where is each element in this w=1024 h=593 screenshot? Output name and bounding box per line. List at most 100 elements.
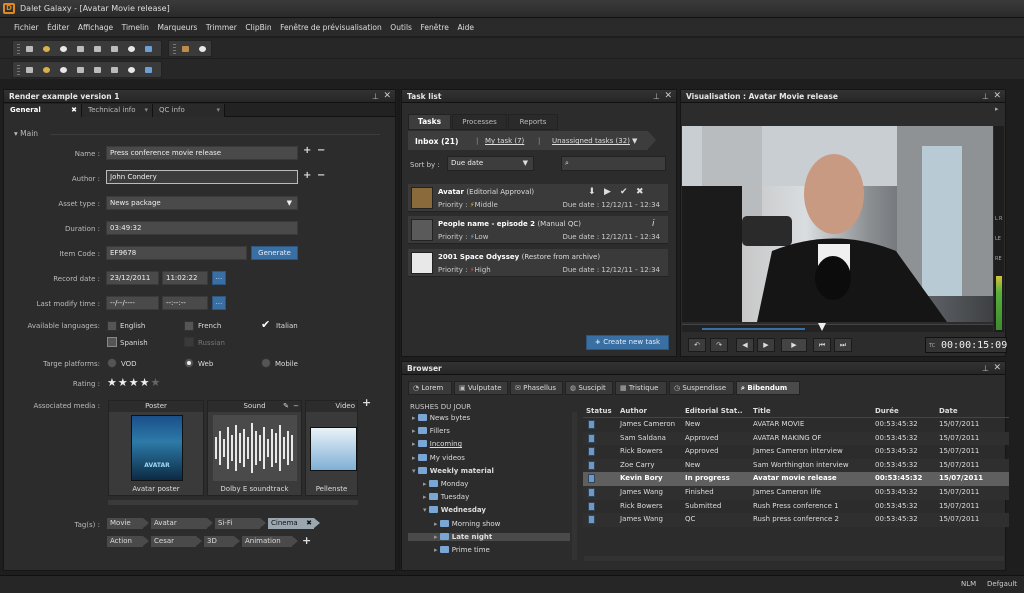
browser-tab-suspendisse[interactable]: ◷ Suspendisse (669, 381, 734, 395)
approve-icon[interactable]: ✔ (620, 187, 628, 197)
add-tag-icon[interactable]: + (302, 534, 311, 547)
task-item[interactable]: 2001 Space Odyssey (Restore from archive… (408, 249, 668, 277)
tag-chip[interactable]: Avatar (151, 518, 213, 529)
menu-aide[interactable]: Aide (457, 23, 474, 32)
timeline-bar[interactable] (682, 323, 993, 332)
tool-j-icon[interactable] (196, 43, 209, 55)
toolbar-grip-icon[interactable] (17, 65, 20, 77)
tool-b-icon[interactable] (40, 43, 53, 55)
record-time-field[interactable]: 11:02:22 (162, 271, 208, 285)
rating-star-icon[interactable]: ★ (129, 376, 140, 389)
browser-tab-suscipit[interactable]: ◍ Suscipit (565, 381, 613, 395)
pin-icon[interactable]: ⊥ (982, 92, 989, 101)
column-header[interactable]: Author (620, 407, 647, 415)
remove-icon[interactable]: − (293, 401, 299, 412)
tree-item[interactable]: ▸ Tuesday (423, 493, 469, 501)
tag-chip[interactable]: Si-Fi (215, 518, 266, 529)
close-icon[interactable]: ✕ (993, 363, 1001, 373)
tree-item[interactable]: ▸ Morning show (434, 519, 500, 528)
table-row[interactable]: Sam Saldana Approved AVATAR MAKING OF 00:53… (583, 431, 1009, 446)
table-row[interactable]: James Wang QC Rush press conference 2 00:53… (583, 513, 1009, 527)
menu-marqueurs[interactable]: Marqueurs (157, 23, 197, 32)
rating-star-icon[interactable]: ★ (107, 376, 118, 389)
item-code-field[interactable]: EF9678 (106, 246, 247, 260)
tool-i-icon[interactable] (179, 43, 192, 55)
french-checkbox[interactable] (184, 321, 194, 331)
tree-scrollbar[interactable] (572, 412, 577, 560)
browser-tab-vulputate[interactable]: ▣ Vulputate (454, 381, 508, 395)
task-item[interactable]: Avatar (Editorial Approval) Priority : ⚡… (408, 184, 668, 212)
web-radio[interactable] (184, 358, 194, 368)
remove-icon[interactable]: − (317, 170, 325, 181)
download-icon[interactable]: ⬇ (588, 187, 596, 197)
close-icon[interactable]: ✕ (993, 91, 1001, 101)
go-to-end-icon[interactable]: ⏭ (834, 338, 852, 352)
name-field[interactable]: Press conference movie release (106, 146, 298, 160)
tab-technical-info[interactable]: Technical info ▾ (82, 104, 153, 117)
play-icon[interactable]: ▶ (604, 187, 611, 197)
edit-icon[interactable]: ✎ (283, 401, 289, 412)
browser-tab-tristique[interactable]: ▦ Tristique (615, 381, 667, 395)
calendar-button[interactable]: ... (212, 296, 226, 310)
tool-a-icon[interactable] (23, 43, 36, 55)
menu-trimmer[interactable]: Trimmer (206, 23, 237, 32)
tool-o-icon[interactable] (91, 64, 104, 76)
english-checkbox[interactable] (107, 321, 117, 331)
menu-clipbin[interactable]: ClipBin (245, 23, 271, 32)
table-row[interactable]: James Wang Finished James Cameron life 00:5… (583, 486, 1009, 500)
tree-item[interactable]: ▸ Monday (423, 480, 468, 488)
author-field[interactable]: John Condery (106, 170, 298, 184)
tab-tasks[interactable]: Tasks (408, 114, 451, 130)
task-search-input[interactable]: ⌕ (561, 156, 666, 171)
tool-p-icon[interactable] (108, 64, 121, 76)
tool-r-icon[interactable] (142, 64, 155, 76)
tool-k-icon[interactable] (23, 64, 36, 76)
menu-editer[interactable]: Éditer (47, 23, 69, 32)
chevron-down-icon[interactable]: ▼ (632, 137, 637, 145)
tree-item[interactable]: ▸ My videos (412, 453, 465, 462)
step-icon[interactable]: ↷ (710, 338, 728, 352)
playhead-icon[interactable] (818, 323, 826, 331)
tag-chip-selected[interactable]: Cinema ✖ (268, 518, 320, 529)
tag-chip[interactable]: Action (107, 536, 149, 547)
menu-fenetre-preview[interactable]: Fenêtre de prévisualisation (280, 23, 382, 32)
rating-star-icon[interactable]: ★ (118, 376, 129, 389)
column-header[interactable]: Durée (875, 407, 899, 415)
remove-tag-icon[interactable]: ✖ (306, 518, 312, 529)
close-tab-icon[interactable]: ✖ (71, 104, 77, 116)
vod-radio[interactable] (107, 358, 117, 368)
info-icon[interactable]: i (652, 219, 655, 229)
column-header[interactable]: Status (586, 407, 612, 415)
menu-fichier[interactable]: Fichier (14, 23, 39, 32)
pin-icon[interactable]: ⊥ (372, 92, 379, 101)
rewind-icon[interactable]: ↶ (688, 338, 706, 352)
media-card-video[interactable]: Video Pellenste (305, 400, 358, 496)
table-row[interactable]: Kevin Bory In progress Avatar movie releas… (583, 472, 1009, 486)
tool-l-icon[interactable] (40, 64, 53, 76)
toolbar-grip-icon[interactable] (17, 44, 20, 56)
media-scrollbar[interactable] (108, 500, 358, 505)
modify-date-field[interactable]: --/--/---- (106, 296, 159, 310)
tool-q-icon[interactable] (125, 64, 138, 76)
calendar-button[interactable]: ... (212, 271, 226, 285)
tool-e-icon[interactable] (91, 43, 104, 55)
media-card-sound[interactable]: Sound ✎ − Dolby E soundtrack (207, 400, 302, 496)
menu-affichage[interactable]: Affichage (78, 23, 113, 32)
menu-timelin[interactable]: Timelin (122, 23, 149, 32)
spanish-checkbox[interactable] (107, 337, 117, 347)
table-row[interactable]: Rick Bowers Submitted Rush Press conferenc… (583, 500, 1009, 514)
tree-item[interactable]: ▸ Fillers (412, 427, 450, 435)
tree-item[interactable]: ▸ Incoming (412, 440, 462, 448)
browser-tab-phasellus[interactable]: ✉ Phasellus (510, 381, 563, 395)
generate-button[interactable]: Generate (251, 246, 298, 260)
sort-select[interactable]: Due date ▼ (447, 156, 534, 171)
add-icon[interactable]: + (303, 145, 311, 156)
viewer-menu-icon[interactable]: ▸ (995, 105, 999, 113)
tag-chip[interactable]: 3D (204, 536, 240, 547)
tool-m-icon[interactable] (57, 64, 70, 76)
menu-outils[interactable]: Outils (390, 23, 412, 32)
browser-tab-bibendum[interactable]: ⌕ Bibendum (736, 381, 800, 395)
browser-tab-lorem[interactable]: ◔ Lorem (408, 381, 452, 395)
mobile-radio[interactable] (261, 358, 271, 368)
next-frame-icon[interactable]: ▶ (757, 338, 775, 352)
